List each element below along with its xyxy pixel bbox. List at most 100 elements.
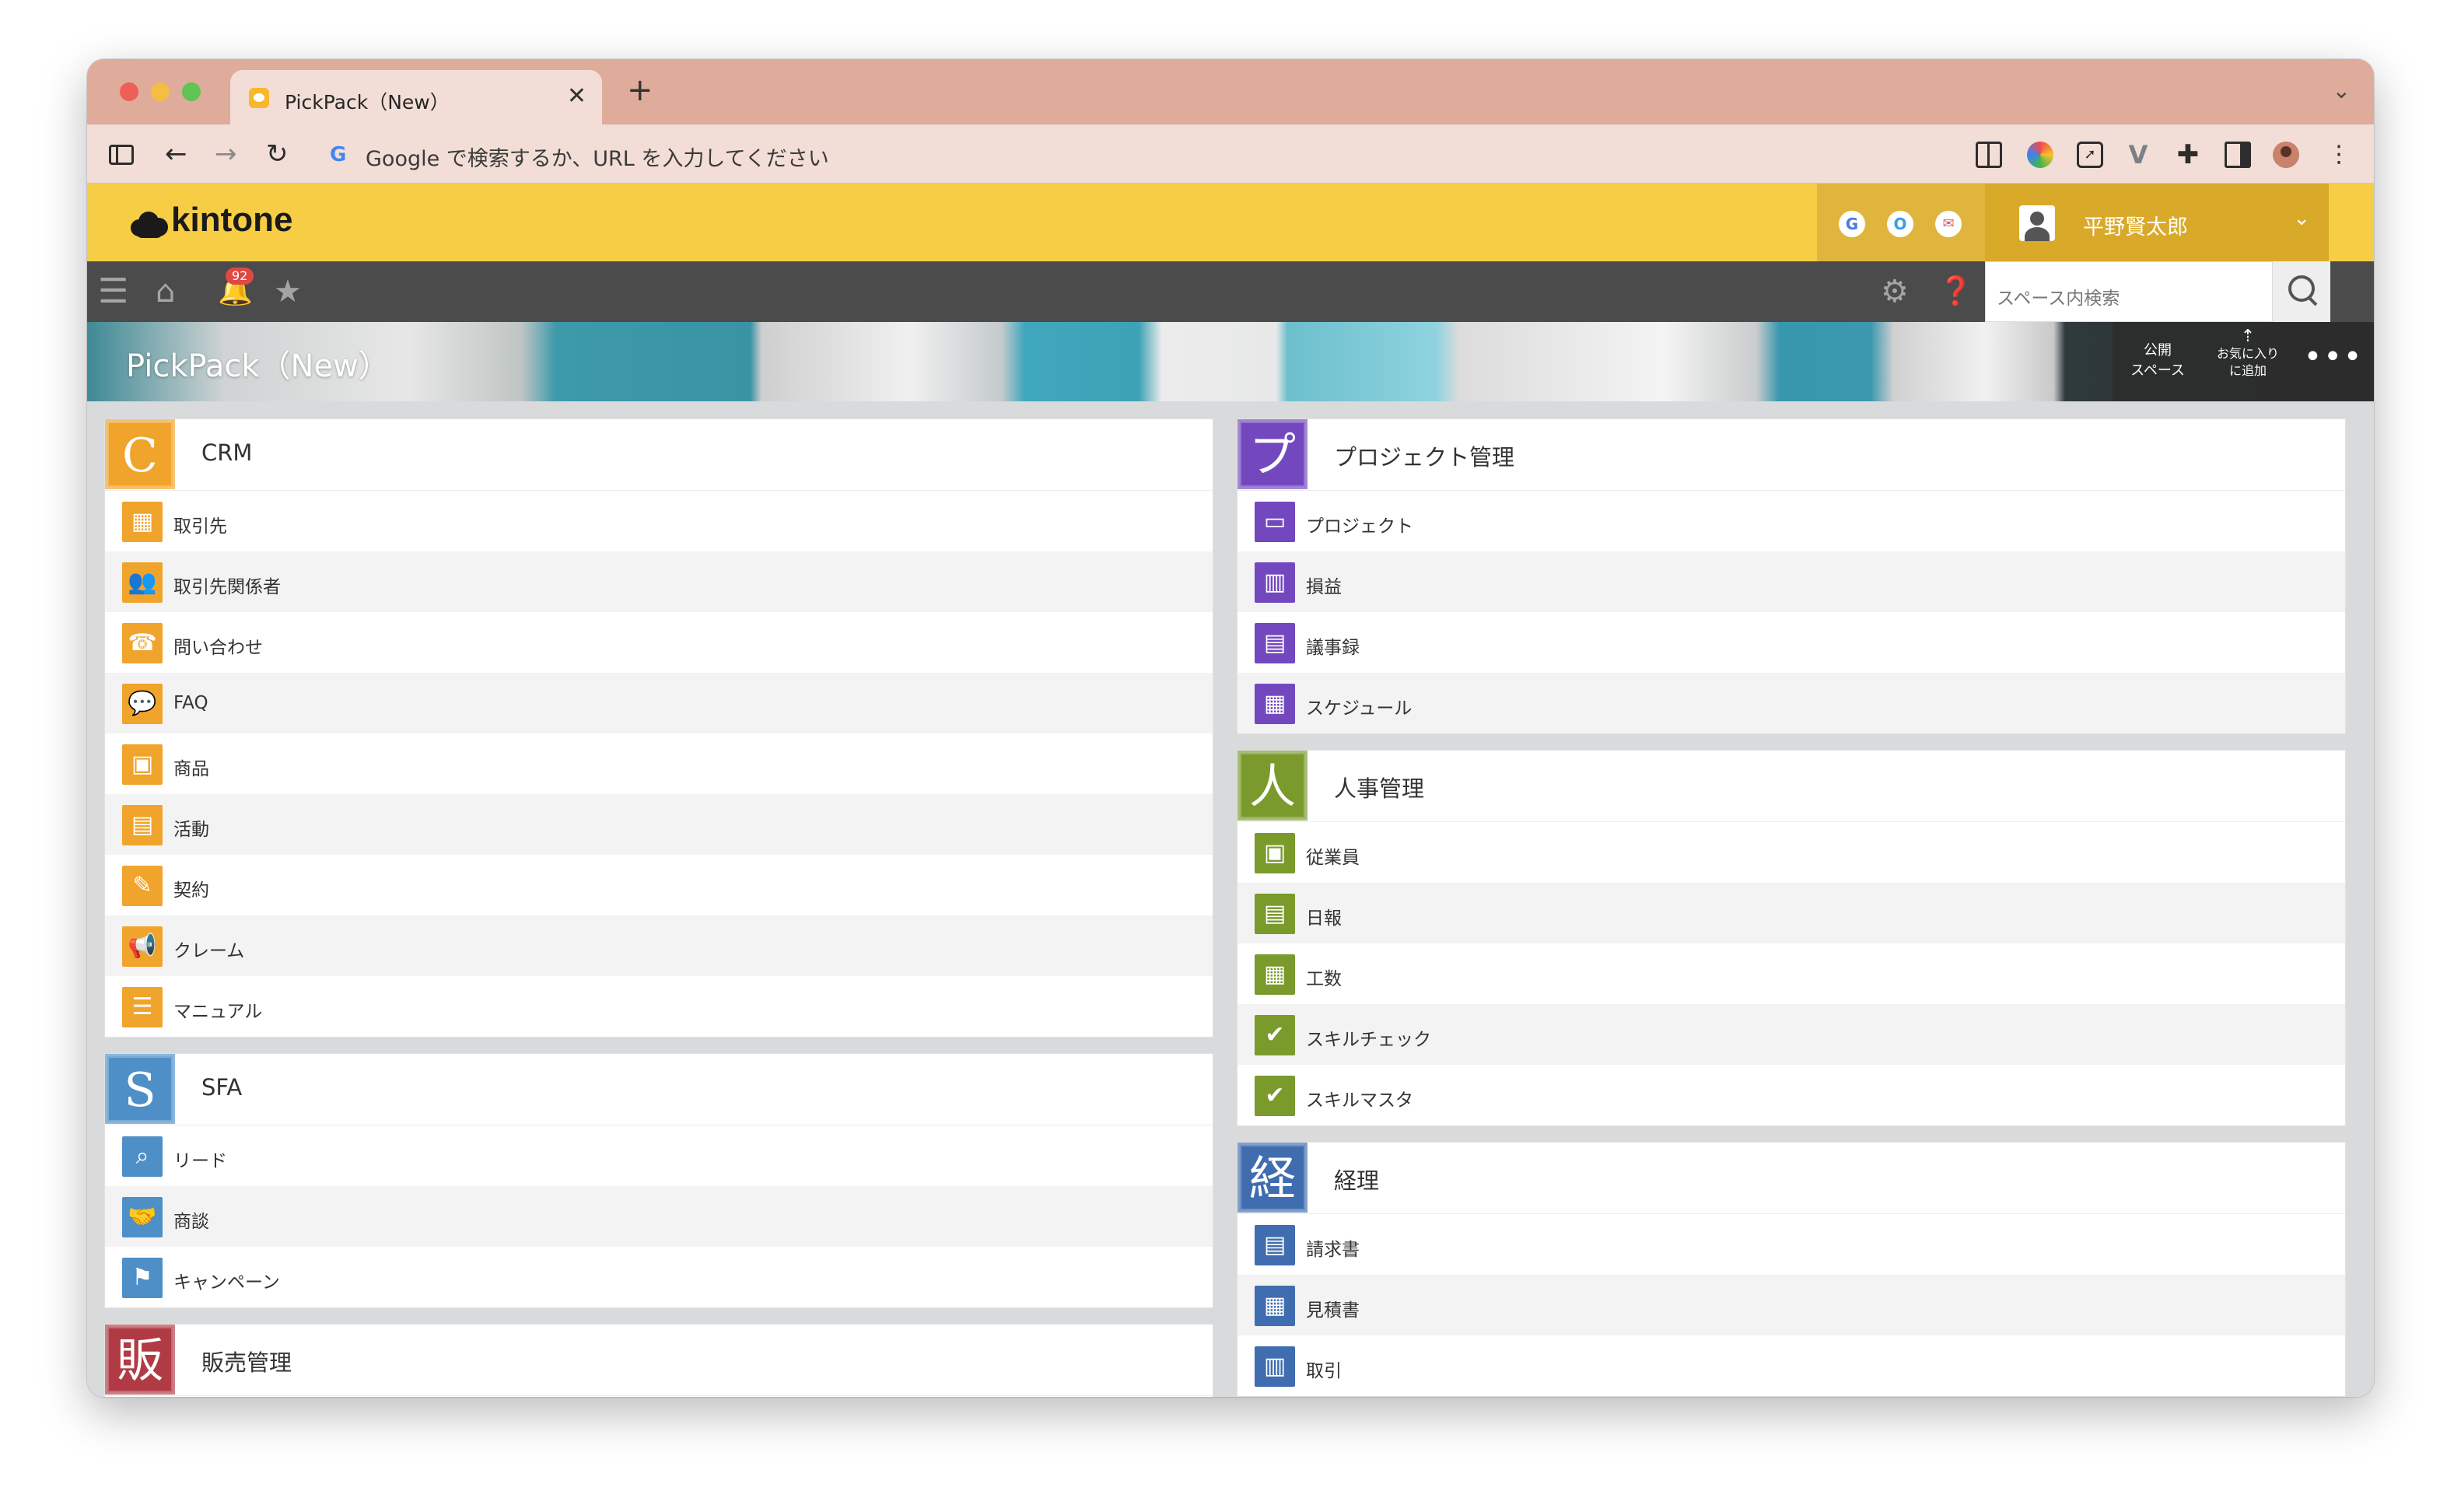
search-icon[interactable] bbox=[2273, 261, 2330, 322]
omnibox-input[interactable]: Google で検索するか、URL を入力してください bbox=[366, 142, 829, 172]
app-label: マニュアル bbox=[173, 1002, 263, 1022]
profile-avatar-icon[interactable] bbox=[2273, 142, 2299, 168]
app-link[interactable]: ⌕ リード bbox=[105, 1125, 1213, 1186]
favorites-star-icon[interactable]: ★ bbox=[274, 274, 302, 310]
space-search-input[interactable]: スペース内検索 bbox=[1985, 261, 2273, 322]
app-label: プロジェクト bbox=[1306, 516, 1413, 537]
handshake-icon: 🤝 bbox=[122, 1197, 163, 1237]
notepad-icon: ▤ bbox=[1255, 894, 1295, 934]
tab-close-icon[interactable]: ✕ bbox=[567, 82, 586, 110]
add-favorite-button[interactable]: ⇡ お気に入り に追加 bbox=[2203, 322, 2293, 401]
new-tab-button[interactable]: + bbox=[627, 75, 653, 106]
hamburger-menu-icon[interactable]: ☰ bbox=[98, 274, 128, 310]
app-link[interactable]: ▣ 商品 bbox=[105, 733, 1213, 794]
space-content: C CRM ▦ 取引先 👥 取引先関係者 ☎ 問い合わせ 💬 FAQ ▣ 商品 ▤ 活動 ✎ 契約 📢 クレーム ☰… bbox=[87, 401, 2374, 1397]
app-link[interactable]: ▦ 取引先 bbox=[105, 491, 1213, 551]
close-window-button[interactable] bbox=[120, 82, 138, 101]
forward-arrow-icon[interactable]: → bbox=[215, 138, 237, 170]
chat-bubbles-icon: 💬 bbox=[122, 684, 163, 724]
group-header: 人人事管理 bbox=[1238, 751, 2345, 822]
app-link[interactable]: ▥ 損益 bbox=[1238, 551, 2345, 612]
app-link[interactable]: ✔ スキルチェック bbox=[1238, 1004, 2345, 1065]
app-link[interactable]: ✎ 契約 bbox=[105, 855, 1213, 915]
kintone-logo-text[interactable]: kintone bbox=[171, 201, 292, 240]
headset-icon: ☎ bbox=[122, 623, 163, 663]
app-group: ププロジェクト管理 ▭ プロジェクト ▥ 損益 ▤ 議事録 ▦ スケジュール bbox=[1237, 418, 2346, 734]
app-link[interactable]: 👥 取引先関係者 bbox=[105, 551, 1213, 612]
group-header: 経経理 bbox=[1238, 1143, 2345, 1214]
side-panel-toggle-icon[interactable] bbox=[2225, 142, 2251, 168]
app-link[interactable]: 🤝 商談 bbox=[105, 1186, 1213, 1247]
app-label: 取引 bbox=[1306, 1361, 1342, 1381]
tab-search-chevron-icon[interactable]: ⌄ bbox=[2333, 78, 2351, 103]
global-navigation: ☰ ⌂ 🔔 92 ★ ⚙ ❓ スペース内検索 bbox=[87, 261, 2374, 322]
garoon-icon[interactable]: G bbox=[1839, 211, 1865, 237]
public-space-button[interactable]: 公開 スペース bbox=[2113, 322, 2203, 401]
app-link[interactable]: ✔ スキルマスタ bbox=[1238, 1065, 2345, 1125]
people-icon: 👥 bbox=[122, 562, 163, 603]
app-link[interactable]: ☎ 問い合わせ bbox=[105, 612, 1213, 673]
app-label: スキルマスタ bbox=[1306, 1090, 1413, 1111]
app-link[interactable]: 📢 クレーム bbox=[105, 915, 1213, 976]
app-link[interactable]: ⚑ キャンペーン bbox=[105, 1247, 1213, 1307]
notification-count-badge: 92 bbox=[226, 268, 254, 285]
group-name: CRM bbox=[201, 439, 253, 466]
app-label: 活動 bbox=[173, 820, 209, 840]
person-check-icon: ✔ bbox=[1255, 1015, 1295, 1055]
google-g-icon: G bbox=[330, 143, 347, 166]
app-label: スケジュール bbox=[1306, 698, 1413, 719]
app-link[interactable]: ☰ マニュアル bbox=[105, 976, 1213, 1037]
maximize-window-button[interactable] bbox=[182, 82, 201, 101]
v-extension-icon[interactable]: V bbox=[2125, 142, 2151, 168]
space-title: PickPack（New） bbox=[126, 348, 390, 384]
app-label: スキルチェック bbox=[1306, 1030, 1431, 1050]
app-link[interactable]: ▭ プロジェクト bbox=[1238, 491, 2345, 551]
app-link[interactable]: ▤ 請求書 bbox=[1238, 1214, 2345, 1275]
app-list: ▣ 従業員 ▤ 日報 ▦ 工数 ✔ スキルチェック ✔ スキルマスタ bbox=[1238, 822, 2345, 1125]
home-icon[interactable]: ⌂ bbox=[156, 274, 175, 310]
browser-menu-icon[interactable]: ⋮ bbox=[2327, 142, 2351, 168]
back-arrow-icon[interactable]: ← bbox=[165, 138, 187, 170]
app-link[interactable]: ▣ 従業員 bbox=[1238, 822, 2345, 883]
app-label: クレーム bbox=[173, 941, 245, 961]
table-icon: ▥ bbox=[1255, 1346, 1295, 1387]
group-header: 販販売管理 bbox=[105, 1325, 1213, 1396]
app-label: FAQ bbox=[173, 693, 208, 713]
help-icon[interactable]: ❓ bbox=[1938, 274, 1973, 310]
send-extension-icon[interactable]: ➚ bbox=[2077, 142, 2103, 168]
app-link[interactable]: ▦ スケジュール bbox=[1238, 673, 2345, 733]
browser-tab[interactable]: PickPack（New） ✕ bbox=[230, 70, 602, 124]
app-link[interactable]: ▦ 見積書 bbox=[1238, 1275, 2345, 1335]
calculator-icon: ▦ bbox=[1255, 1286, 1295, 1326]
tab-title: PickPack（New） bbox=[285, 91, 450, 114]
settings-gear-icon[interactable]: ⚙ bbox=[1881, 274, 1909, 310]
reading-mode-icon[interactable] bbox=[1976, 142, 2002, 168]
extensions-puzzle-icon[interactable]: ✚ bbox=[2175, 142, 2201, 168]
office-icon[interactable]: O bbox=[1887, 211, 1913, 237]
app-link[interactable]: ▤ 活動 bbox=[105, 794, 1213, 855]
app-link[interactable]: ▦ 工数 bbox=[1238, 943, 2345, 1004]
group-name: SFA bbox=[201, 1074, 243, 1101]
box-icon: ▣ bbox=[122, 744, 163, 785]
app-link[interactable]: ▥ 取引 bbox=[1238, 1335, 2345, 1396]
briefcase-icon: ▤ bbox=[122, 805, 163, 845]
more-options-button[interactable]: ••• bbox=[2293, 322, 2374, 401]
color-extension-icon[interactable] bbox=[2027, 142, 2053, 168]
group-header: C CRM bbox=[105, 419, 1213, 491]
minimize-window-button[interactable] bbox=[151, 82, 170, 101]
megaphone-icon: 📢 bbox=[122, 926, 163, 967]
app-link[interactable]: ▤ 日報 bbox=[1238, 883, 2345, 943]
user-name: 平野賢太郎 bbox=[2083, 215, 2188, 240]
app-link[interactable]: ▤ 議事録 bbox=[1238, 612, 2345, 673]
reload-icon[interactable]: ↻ bbox=[266, 138, 289, 170]
chevron-down-icon: ⌄ bbox=[2293, 207, 2310, 230]
app-link[interactable]: 💬 FAQ bbox=[105, 673, 1213, 733]
kintone-logo-icon[interactable] bbox=[131, 212, 168, 238]
invoice-icon: ▤ bbox=[1255, 1225, 1295, 1265]
browser-window: PickPack（New） ✕ + ⌄ ← → ↻ G Google で検索する… bbox=[87, 59, 2374, 1397]
user-menu[interactable]: 平野賢太郎 ⌄ bbox=[1985, 184, 2329, 261]
side-panel-icon[interactable] bbox=[109, 145, 134, 165]
mail-icon[interactable]: ✉ bbox=[1935, 211, 1962, 237]
group-icon: 販 bbox=[105, 1325, 175, 1395]
app-list: ▦ 取引先 👥 取引先関係者 ☎ 問い合わせ 💬 FAQ ▣ 商品 ▤ 活動 ✎ 契約 📢 クレーム ☰ マニュア… bbox=[105, 491, 1213, 1037]
